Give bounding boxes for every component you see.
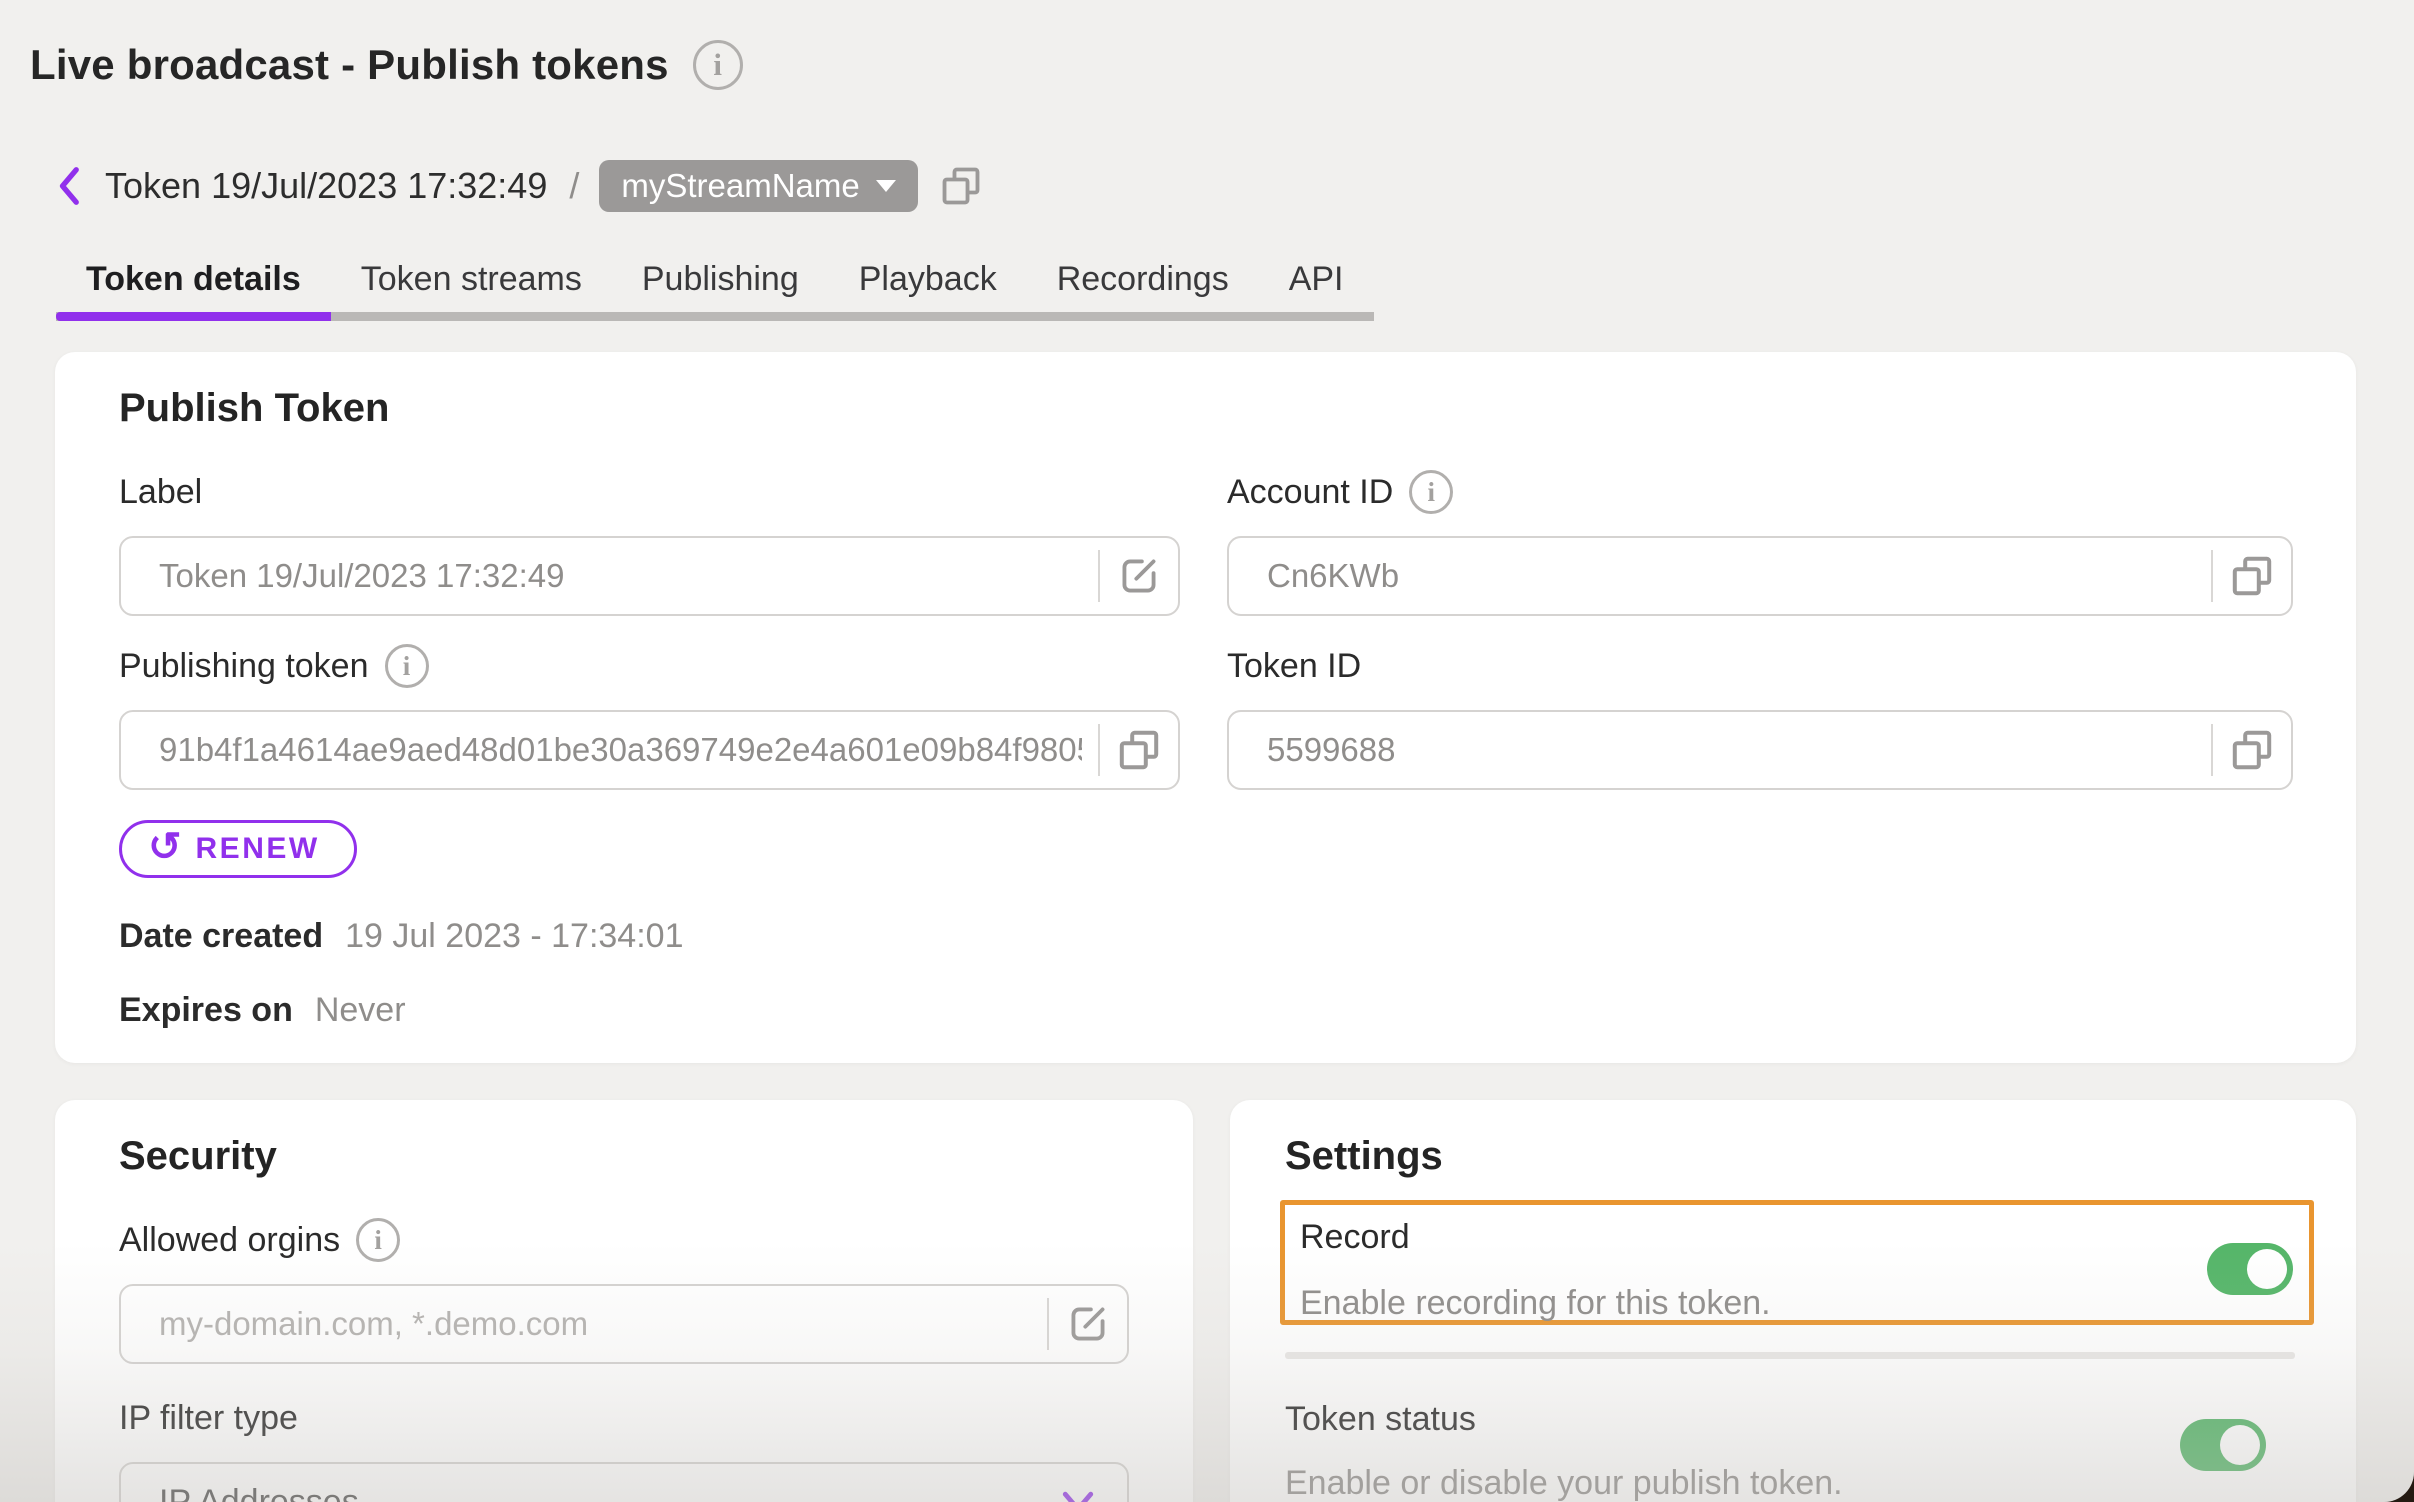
publish-token-grid: Label Account ID [119,472,2292,790]
toggle-knob [2247,1249,2287,1289]
edit-allowed-origins-button[interactable] [1049,1286,1127,1362]
expires-on-value: Never [315,991,406,1030]
token-id-field [1227,710,2293,790]
copy-icon [1115,726,1163,774]
edit-icon [1065,1301,1111,1347]
stream-name-label: myStreamName [621,167,859,205]
date-created-row: Date created 19 Jul 2023 - 17:34:01 [119,916,2292,956]
publish-token-title: Publish Token [119,388,2292,428]
token-status-label: Token status [1285,1399,2301,1439]
tab-token-streams[interactable]: Token streams [331,250,612,312]
caret-down-icon [876,180,896,192]
date-created-label: Date created [119,916,323,956]
back-chevron-icon[interactable] [55,166,85,206]
chevron-down-icon [1061,1490,1095,1502]
token-status-setting: Token status Enable or disable your publ… [1285,1399,2301,1502]
date-created-value: 19 Jul 2023 - 17:34:01 [345,917,683,956]
token-status-toggle[interactable] [2180,1419,2266,1471]
account-id-field-group: Account ID [1227,472,2293,616]
tab-publishing[interactable]: Publishing [612,250,829,312]
settings-title: Settings [1285,1136,2301,1176]
publish-token-card: Publish Token Label [55,352,2356,1063]
copy-token-id-button[interactable] [2213,712,2291,788]
token-id-input[interactable] [1229,731,2211,769]
copy-stream-name-button[interactable] [938,163,984,209]
edit-label-button[interactable] [1100,538,1178,614]
tab-token-details[interactable]: Token details [56,250,331,312]
record-description: Enable recording for this token. [1300,1283,2293,1323]
label-field-group: Label [119,472,1180,616]
edit-icon [1116,553,1162,599]
app-screen: Live broadcast - Publish tokens Token 19… [0,0,2414,1502]
account-id-field [1227,536,2293,616]
security-card: Security Allowed orgins IP filter type I… [55,1100,1193,1502]
ip-filter-type-select[interactable]: IP Addresses [119,1462,1129,1502]
breadcrumb: Token 19/Jul/2023 17:32:49 / myStreamNam… [55,160,984,212]
renew-icon: ↺ [148,827,182,867]
tab-api[interactable]: API [1259,250,1374,312]
page-title: Live broadcast - Publish tokens [30,41,669,89]
publishing-token-label: Publishing token [119,647,369,686]
page-title-info-icon[interactable] [693,40,743,90]
publishing-token-input[interactable] [121,731,1098,769]
renew-button-label: RENEW [196,832,320,866]
account-id-label: Account ID [1227,473,1393,512]
copy-icon [2228,726,2276,774]
label-input[interactable] [121,557,1098,595]
token-id-label: Token ID [1227,647,1361,686]
expires-on-label: Expires on [119,990,293,1030]
publishing-token-info-icon[interactable] [385,644,429,688]
token-id-field-group: Token ID [1227,646,2293,790]
breadcrumb-token-label[interactable]: Token 19/Jul/2023 17:32:49 [105,165,547,207]
expires-on-row: Expires on Never [119,990,2292,1030]
publishing-token-field-group: Publishing token [119,646,1180,790]
tab-recordings[interactable]: Recordings [1027,250,1259,312]
ip-filter-type-value: IP Addresses [159,1483,359,1502]
security-title: Security [119,1136,1129,1176]
renew-button[interactable]: ↺ RENEW [119,820,357,878]
settings-card: Settings Record Enable recording for thi… [1230,1100,2356,1502]
toggle-knob [2220,1425,2260,1465]
record-toggle[interactable] [2207,1243,2293,1295]
stream-name-badge[interactable]: myStreamName [599,160,917,212]
allowed-origins-input[interactable] [121,1305,1047,1343]
publishing-token-field [119,710,1180,790]
settings-divider [1285,1352,2295,1359]
record-label: Record [1300,1217,2293,1257]
record-setting-highlight: Record Enable recording for this token. [1280,1200,2314,1325]
allowed-origins-info-icon[interactable] [356,1218,400,1262]
copy-icon [2228,552,2276,600]
label-field [119,536,1180,616]
ip-filter-type-label: IP filter type [119,1399,298,1438]
copy-account-id-button[interactable] [2213,538,2291,614]
copy-icon [938,163,984,209]
label-field-label: Label [119,473,202,512]
allowed-origins-label: Allowed orgins [119,1221,340,1260]
account-id-input[interactable] [1229,557,2211,595]
account-id-info-icon[interactable] [1409,470,1453,514]
copy-publishing-token-button[interactable] [1100,712,1178,788]
breadcrumb-separator: / [569,165,579,207]
tab-playback[interactable]: Playback [829,250,1027,312]
tab-bar: Token details Token streams Publishing P… [56,250,1374,321]
page-header: Live broadcast - Publish tokens [30,40,743,90]
allowed-origins-field [119,1284,1129,1364]
token-status-description: Enable or disable your publish token. [1285,1463,2301,1502]
